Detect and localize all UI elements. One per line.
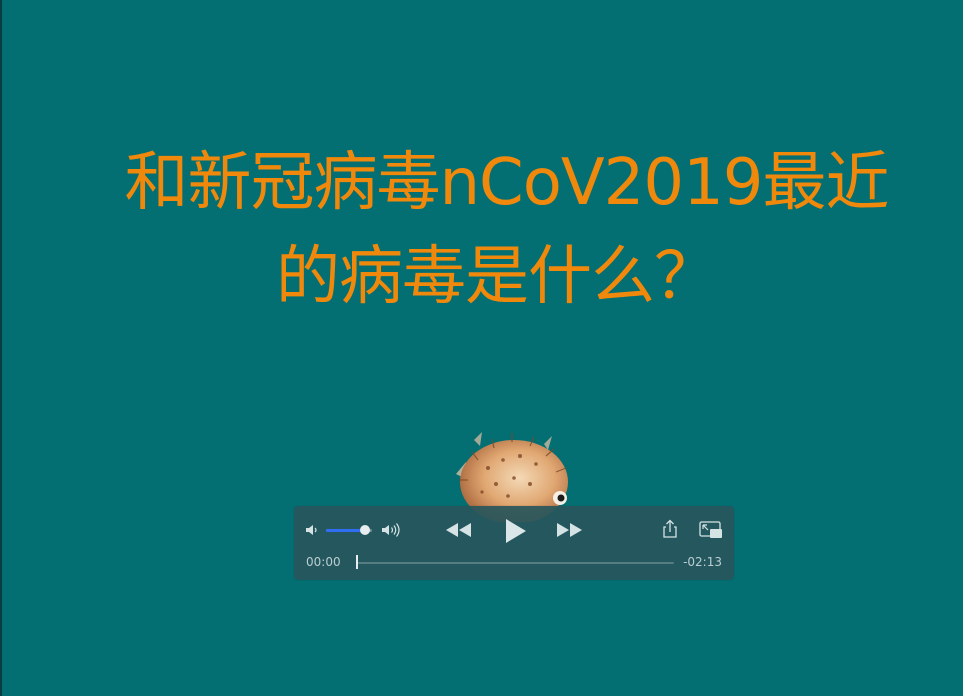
progress-playhead[interactable] [356, 555, 358, 569]
remaining-time: -02:13 [683, 555, 722, 569]
rewind-icon[interactable] [444, 520, 474, 540]
slide-title-line-2: 的病毒是什么？ [276, 240, 718, 314]
volume-slider-knob[interactable] [360, 525, 371, 535]
fast-forward-icon[interactable] [554, 520, 584, 540]
window-edge [0, 0, 2, 696]
slide-title: 和新冠病毒nCoV2019最近 的病毒是什么？ [0, 136, 963, 324]
current-time: 00:00 [306, 555, 341, 569]
play-icon[interactable] [502, 517, 528, 545]
picture-in-picture-icon[interactable] [699, 520, 723, 540]
speaker-high-icon[interactable] [380, 521, 404, 539]
video-frame[interactable]: 和新冠病毒nCoV2019最近 的病毒是什么？ 00:00 -02:13 [0, 0, 963, 696]
slide-title-line-1: 和新冠病毒nCoV2019最近 [124, 146, 889, 220]
share-icon[interactable] [661, 519, 679, 539]
video-controls: 00:00 -02:13 [294, 506, 734, 580]
progress-bar[interactable] [356, 562, 674, 564]
speaker-low-icon[interactable] [304, 522, 320, 538]
